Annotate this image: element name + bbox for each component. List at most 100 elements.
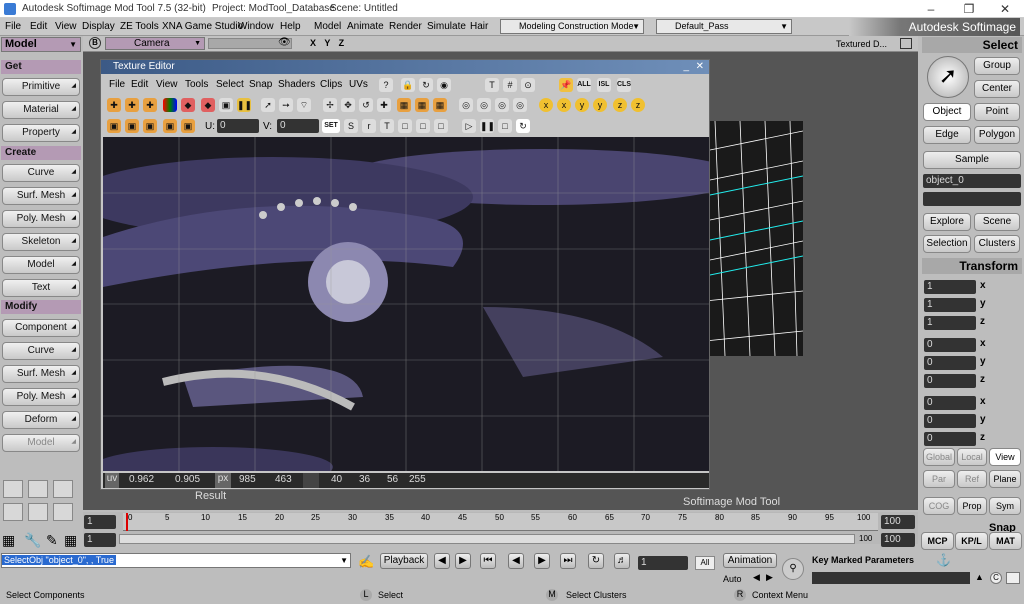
- fast-forward-icon[interactable]: ⏭: [560, 553, 576, 569]
- mcp-tab[interactable]: MCP: [921, 532, 954, 550]
- arrow-up-icon[interactable]: ▲: [975, 572, 984, 582]
- crop-icon[interactable]: ⌔: [297, 98, 311, 112]
- range-slider[interactable]: [119, 534, 855, 544]
- texture-editor-titlebar[interactable]: Texture Editor _ ✕: [101, 60, 709, 74]
- script-editor-icon[interactable]: ✍: [358, 554, 374, 570]
- layout-icon[interactable]: [3, 480, 23, 498]
- select-cluster-button[interactable]: CLS: [617, 78, 631, 92]
- te-menu-view[interactable]: View: [156, 79, 178, 90]
- script-icon[interactable]: ✎: [46, 532, 58, 549]
- parameter-slider[interactable]: [812, 572, 970, 584]
- command-line[interactable]: SelectObj "object_0", , True ▼: [1, 553, 351, 568]
- add-icon[interactable]: ✚: [377, 98, 391, 112]
- modify-curve-button[interactable]: Curve ◢: [2, 342, 80, 360]
- cube-icon[interactable]: ▣: [143, 119, 157, 133]
- menu-ze-tools[interactable]: ZE Tools: [120, 21, 159, 32]
- camera-dropdown[interactable]: Camera ▼: [105, 37, 205, 50]
- section-modify[interactable]: Modify: [1, 300, 81, 314]
- wrench-icon[interactable]: 🔧: [24, 532, 41, 549]
- te-menu-snap[interactable]: Snap: [249, 79, 272, 90]
- axis-y-icon[interactable]: y: [593, 98, 607, 112]
- menu-render[interactable]: Render: [389, 21, 422, 32]
- rewind-icon[interactable]: ⏮: [480, 553, 496, 569]
- snap-tool-icon[interactable]: ◎: [459, 98, 473, 112]
- animation-button[interactable]: Animation: [723, 553, 777, 568]
- loop-icon[interactable]: ↻: [516, 119, 530, 133]
- menu-display[interactable]: Display: [82, 21, 115, 32]
- layout-icon[interactable]: [53, 503, 73, 521]
- modify-model-button[interactable]: Model ◢: [2, 434, 80, 452]
- close-icon[interactable]: ✕: [696, 60, 704, 74]
- cube-icon[interactable]: ▣: [125, 119, 139, 133]
- minimize-icon[interactable]: _: [683, 60, 689, 74]
- module-selector[interactable]: Model ▼: [1, 37, 81, 52]
- local-button[interactable]: Local: [957, 448, 987, 466]
- te-menu-shaders[interactable]: Shaders: [278, 79, 315, 90]
- move-icon[interactable]: ✢: [323, 98, 337, 112]
- object-button[interactable]: Object: [923, 103, 971, 121]
- y-label[interactable]: y: [980, 356, 986, 367]
- transform-icon[interactable]: ✚: [143, 98, 157, 112]
- rotate-icon[interactable]: ↺: [359, 98, 373, 112]
- axis-x-icon[interactable]: x: [557, 98, 571, 112]
- cycle-icon[interactable]: C: [990, 572, 1002, 584]
- group-button[interactable]: Group: [974, 57, 1020, 75]
- par-button[interactable]: Par: [923, 470, 955, 488]
- select-arrow-icon[interactable]: ➚: [927, 56, 969, 98]
- modify-deform-button[interactable]: Deform ◢: [2, 411, 80, 429]
- shader-icon[interactable]: ◆: [181, 98, 195, 112]
- global-button[interactable]: Global: [923, 448, 955, 466]
- scale-y-field[interactable]: 1: [924, 298, 976, 312]
- prev-key-icon[interactable]: ◀: [753, 572, 760, 583]
- grid-icon[interactable]: #: [503, 78, 517, 92]
- rotate-z-field[interactable]: 0: [924, 374, 976, 388]
- snap-tool-icon[interactable]: ◎: [477, 98, 491, 112]
- modify-surf-mesh-button[interactable]: Surf. Mesh ◢: [2, 365, 80, 383]
- layout-icon[interactable]: [3, 503, 23, 521]
- lock-icon[interactable]: [1006, 572, 1020, 584]
- last-frame-icon[interactable]: ▶: [455, 553, 471, 569]
- snap-icon[interactable]: ⊙: [521, 78, 535, 92]
- timeline-end-field[interactable]: 100: [881, 515, 915, 529]
- menu-edit[interactable]: Edit: [30, 21, 47, 32]
- minimize-button[interactable]: –: [912, 0, 950, 18]
- uv-tool-icon[interactable]: ▦: [415, 98, 429, 112]
- scale-z-field[interactable]: 1: [924, 316, 976, 330]
- cube-icon[interactable]: ▣: [107, 119, 121, 133]
- material-button[interactable]: Material ◢: [2, 101, 80, 119]
- move-point-icon[interactable]: ➙: [279, 98, 293, 112]
- play-icon[interactable]: ▷: [462, 119, 476, 133]
- playback-button[interactable]: Playback: [380, 553, 428, 569]
- section-get[interactable]: Get: [1, 60, 81, 74]
- b-icon[interactable]: B: [89, 37, 101, 49]
- create-skeleton-button[interactable]: Skeleton ◢: [2, 233, 80, 251]
- maximize-button[interactable]: ❐: [950, 0, 988, 18]
- te-menu-tools[interactable]: Tools: [185, 79, 208, 90]
- z-label[interactable]: z: [980, 432, 985, 443]
- menu-xna[interactable]: XNA Game Studio: [162, 21, 243, 32]
- menu-hair[interactable]: Hair: [470, 21, 488, 32]
- translate-x-field[interactable]: 0: [924, 396, 976, 410]
- menu-file[interactable]: File: [5, 21, 21, 32]
- auto-key-button[interactable]: Auto: [723, 572, 751, 586]
- x-label[interactable]: x: [980, 280, 986, 291]
- next-key-icon[interactable]: ▶: [766, 572, 773, 583]
- timeline-ruler[interactable]: 0 5 10 15 20 25 30 35 40 45 50 55 60 65 …: [123, 513, 878, 531]
- maximize-view-icon[interactable]: [900, 38, 912, 49]
- cog-button[interactable]: COG: [923, 497, 955, 515]
- cube-icon[interactable]: ▣: [163, 119, 177, 133]
- menu-model[interactable]: Model: [314, 21, 341, 32]
- te-menu-clips[interactable]: Clips: [320, 79, 342, 90]
- frame-field[interactable]: 1: [638, 556, 688, 570]
- pass-dropdown[interactable]: Default_Pass ▼: [656, 19, 792, 34]
- scale-x-field[interactable]: 1: [924, 280, 976, 294]
- t-tool-icon[interactable]: T: [380, 119, 394, 133]
- snap-tool-icon[interactable]: ◎: [495, 98, 509, 112]
- selection-button[interactable]: Selection: [923, 235, 971, 253]
- sample-button[interactable]: Sample: [923, 151, 1021, 169]
- current-frame-field[interactable]: 1: [84, 533, 116, 547]
- property-button[interactable]: Property ◢: [2, 124, 80, 142]
- select-all-button[interactable]: ALL: [577, 78, 591, 92]
- selection-name-field[interactable]: object_0: [923, 174, 1021, 188]
- y-label[interactable]: y: [980, 414, 986, 425]
